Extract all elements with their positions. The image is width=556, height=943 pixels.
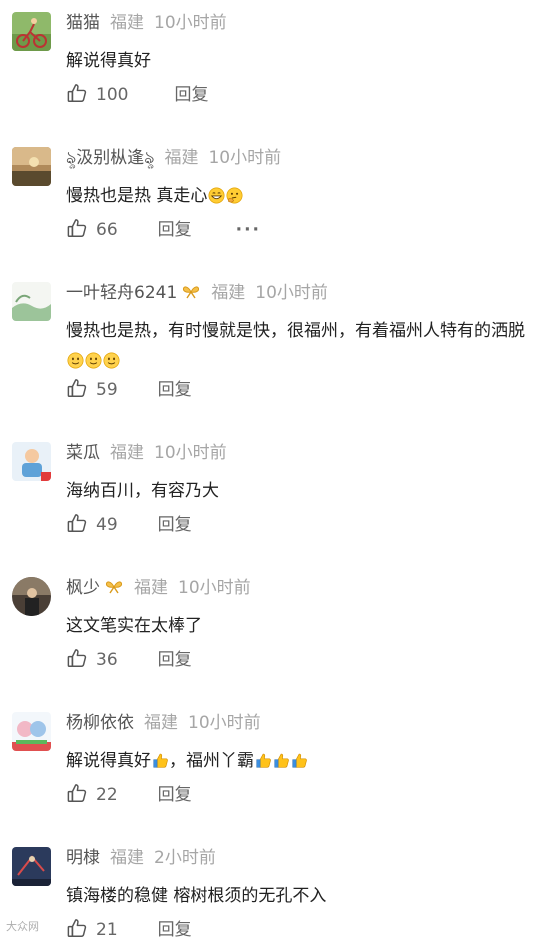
user-name[interactable]: ৡ汲别枞逢ৡ [66,148,154,168]
reply-button[interactable]: 回复 [158,650,192,670]
timestamp: 10小时前 [178,578,251,598]
location: 福建 [144,713,178,733]
thumb-up-icon[interactable] [66,647,88,669]
comment-text: 这文笔实在太棒了 [66,611,202,641]
thumb-up-icon[interactable] [66,917,88,939]
comment-meta: 明棣 福建 2小时前 [66,845,216,871]
location: 福建 [110,443,144,463]
comment-text-body: 慢热也是热，有时慢就是快，很福州，有着福州人特有的洒脱 [66,321,525,341]
comment-meta: 杨柳依依 福建 10小时前 [66,710,261,736]
timestamp: 10小时前 [255,283,328,303]
timestamp: 10小时前 [188,713,261,733]
thinking-emoji-icon [226,187,243,204]
smile-emoji-icon [103,352,120,369]
comment-actions: 36 回复 [66,647,192,673]
comment-actions: 66 回复 ··· [66,217,261,243]
user-name[interactable]: 杨柳依依 [66,713,134,733]
comment-meta: ৡ汲别枞逢ৡ 福建 10小时前 [66,145,281,171]
thumb-up-icon[interactable] [66,377,88,399]
like-count: 100 [96,85,129,105]
bow-badge-icon [181,285,201,299]
avatar[interactable] [12,847,51,886]
comment-meta: 一叶轻舟6241 福建 10小时前 [66,280,328,306]
like-count: 66 [96,220,118,240]
user-name[interactable]: 猫猫 [66,13,100,33]
watermark: 大众网 [6,920,39,933]
location: 福建 [134,578,168,598]
comment-text-body: 镇海楼的稳健 榕树根须的无孔不入 [66,886,327,906]
avatar[interactable] [12,442,51,481]
thumbs-up-emoji-icon [152,752,169,769]
user-name[interactable]: 明棣 [66,848,100,868]
smile-emoji-icon [85,352,102,369]
like-count: 59 [96,380,118,400]
thumb-up-icon[interactable] [66,512,88,534]
reply-button[interactable]: 回复 [174,85,208,105]
avatar[interactable] [12,712,51,751]
comment-text-part: ，福州丫霸 [169,751,254,771]
thumbs-up-emoji-icon [291,752,308,769]
comment-text-part: 解说得真好 [66,751,151,771]
comment-text: 解说得真好 [66,46,151,76]
user-name[interactable]: 枫少 [66,578,100,598]
thumb-up-icon[interactable] [66,782,88,804]
timestamp: 2小时前 [154,848,216,868]
like-count: 22 [96,785,118,805]
comment-text-body: 解说得真好 [66,51,151,71]
avatar[interactable] [12,147,51,186]
thumb-up-icon[interactable] [66,217,88,239]
location: 福建 [164,148,199,168]
bow-badge-icon [104,580,124,594]
comment-text: 慢热也是热 真走心 [66,181,243,211]
avatar[interactable] [12,12,51,51]
comment-actions: 21 回复 [66,917,192,943]
grin-emoji-icon [208,187,225,204]
comment-text: 海纳百川，有容乃大 [66,476,219,506]
reply-button[interactable]: 回复 [158,920,192,940]
like-count: 49 [96,515,118,535]
comment-actions: 100 回复 [66,82,208,108]
location: 福建 [211,283,246,303]
comment-text: 镇海楼的稳健 榕树根须的无孔不入 [66,881,326,911]
avatar[interactable] [12,577,51,616]
comment-text-body: 海纳百川，有容乃大 [66,481,219,501]
reply-button[interactable]: 回复 [158,785,192,805]
comment-actions: 49 回复 [66,512,192,538]
more-options-button[interactable]: ··· [236,220,261,240]
user-name[interactable]: 菜瓜 [66,443,100,463]
user-name[interactable]: 一叶轻舟6241 [66,283,177,303]
comment-actions: 59 回复 [66,377,192,403]
timestamp: 10小时前 [154,13,227,33]
comment-text-body: 慢热也是热 真走心 [66,186,208,206]
location: 福建 [110,13,144,33]
timestamp: 10小时前 [208,148,282,168]
reply-button[interactable]: 回复 [158,515,192,535]
smile-emoji-icon [67,352,84,369]
comment-text: 解说得真好 ，福州丫霸 [66,746,308,776]
comment-actions: 22 回复 [66,782,192,808]
comment-meta: 猫猫 福建 10小时前 [66,10,227,36]
reply-button[interactable]: 回复 [158,380,192,400]
thumbs-up-emoji-icon [255,752,272,769]
like-count: 36 [96,650,118,670]
avatar[interactable] [12,282,51,321]
comment-text-body: 这文笔实在太棒了 [66,616,202,636]
location: 福建 [110,848,144,868]
comment-text: 慢热也是热，有时慢就是快，很福州，有着福州人特有的洒脱 [66,316,525,376]
reply-button[interactable]: 回复 [158,220,192,240]
comment-meta: 枫少 福建 10小时前 [66,575,251,601]
like-count: 21 [96,920,118,940]
thumbs-up-emoji-icon [273,752,290,769]
comment-meta: 菜瓜 福建 10小时前 [66,440,227,466]
thumb-up-icon[interactable] [66,82,88,104]
timestamp: 10小时前 [154,443,227,463]
